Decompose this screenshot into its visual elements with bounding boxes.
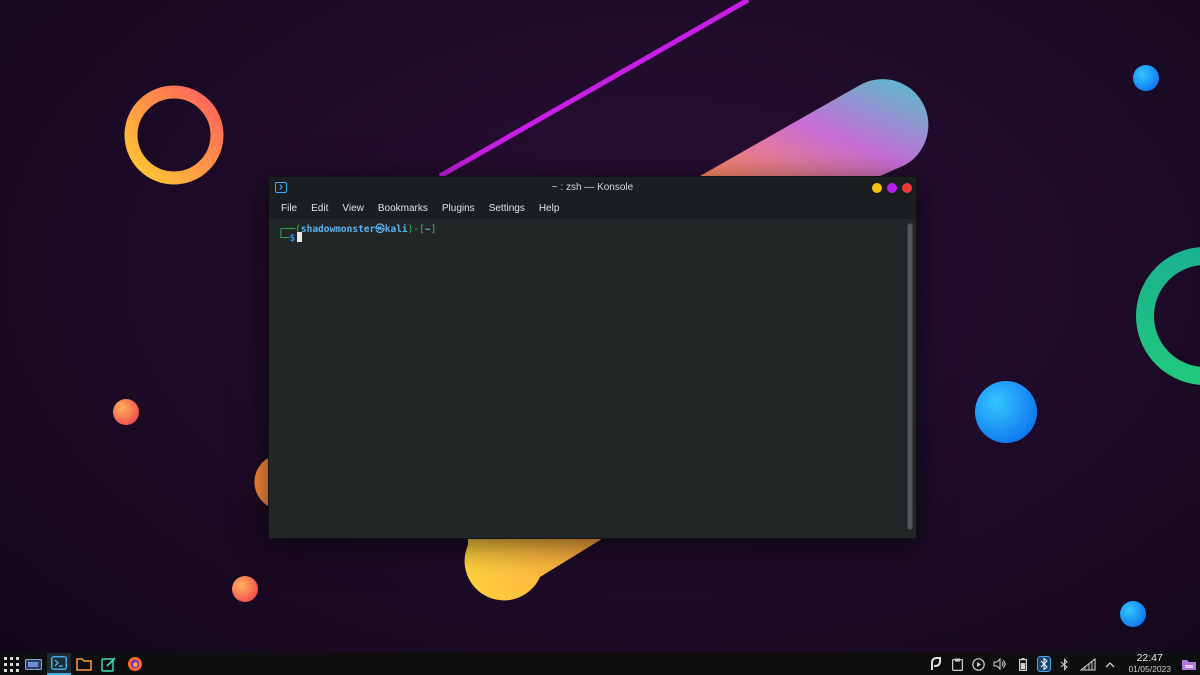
bluetooth-icon[interactable] xyxy=(1035,653,1053,675)
minimize-button[interactable] xyxy=(872,183,882,193)
maximize-button[interactable] xyxy=(887,183,897,193)
window-title: ~ : zsh — Konsole xyxy=(551,182,634,193)
menu-plugins[interactable]: Plugins xyxy=(435,199,482,219)
terminal-scrollbar[interactable] xyxy=(907,223,913,530)
file-manager-icon[interactable] xyxy=(73,653,95,675)
bluetooth-off-icon[interactable] xyxy=(1057,653,1071,675)
blue-ball-large xyxy=(975,381,1037,443)
orange-ball-hidden xyxy=(254,458,268,506)
menu-view[interactable]: View xyxy=(335,199,371,219)
gradient-pill-top xyxy=(700,79,929,176)
menu-edit[interactable]: Edit xyxy=(304,199,335,219)
menu-help[interactable]: Help xyxy=(532,199,567,219)
magenta-line xyxy=(438,0,750,179)
konsole-window[interactable]: ~ : zsh — Konsole File Edit View Bookmar… xyxy=(268,176,917,539)
clock-date: 01/05/2023 xyxy=(1128,664,1171,674)
menu-bar: File Edit View Bookmarks Plugins Setting… xyxy=(269,199,916,219)
vpn-icon[interactable] xyxy=(927,653,943,675)
prompt-line-2: └─$ xyxy=(278,232,303,244)
prompt-frame-mid: )-[ xyxy=(407,224,425,235)
blue-ball-small-top xyxy=(1133,65,1159,91)
scrollbar-thumb[interactable] xyxy=(908,224,912,529)
menu-file[interactable]: File xyxy=(274,199,304,219)
firefox-icon[interactable] xyxy=(124,653,146,675)
blue-ball-small-bottom xyxy=(1120,601,1146,627)
prompt-symbol: $ xyxy=(289,233,296,244)
konsole-icon[interactable] xyxy=(47,653,71,675)
teal-ring xyxy=(1136,247,1200,385)
window-titlebar[interactable]: ~ : zsh — Konsole xyxy=(269,177,916,199)
app-launcher-icon[interactable] xyxy=(2,653,20,675)
expand-tray-icon[interactable] xyxy=(1103,653,1117,675)
desktop-pager-icon[interactable] xyxy=(23,653,43,675)
orange-ball-left xyxy=(113,399,139,425)
media-player-icon[interactable] xyxy=(970,653,986,675)
prompt-at: ㉿ xyxy=(375,224,385,235)
clock[interactable]: 22:47 01/05/2023 xyxy=(1128,653,1171,675)
volume-icon[interactable] xyxy=(992,653,1008,675)
clipboard-icon[interactable] xyxy=(949,653,965,675)
menu-bookmarks[interactable]: Bookmarks xyxy=(371,199,435,219)
taskbar: 22:47 01/05/2023 xyxy=(0,653,1200,675)
prompt-frame-bottom: └─ xyxy=(278,233,290,244)
clock-time: 22:47 xyxy=(1136,652,1163,664)
orange-ring xyxy=(124,85,224,185)
show-desktop-icon[interactable] xyxy=(1179,653,1199,675)
prompt-host: kali xyxy=(384,224,408,235)
menu-settings[interactable]: Settings xyxy=(482,199,532,219)
yellow-pill-bottom xyxy=(464,537,605,601)
text-editor-icon[interactable] xyxy=(98,653,120,675)
prompt-user: shadowmonster xyxy=(300,224,376,235)
prompt-frame-end: ] xyxy=(430,224,437,235)
close-button[interactable] xyxy=(902,183,912,193)
network-icon[interactable] xyxy=(1079,653,1097,675)
text-cursor xyxy=(297,232,303,242)
battery-icon[interactable] xyxy=(1015,653,1031,675)
terminal-area[interactable]: ┌──(shadowmonster㉿kali)-[~] └─$ xyxy=(273,221,902,534)
orange-ball-bottom xyxy=(232,576,258,602)
